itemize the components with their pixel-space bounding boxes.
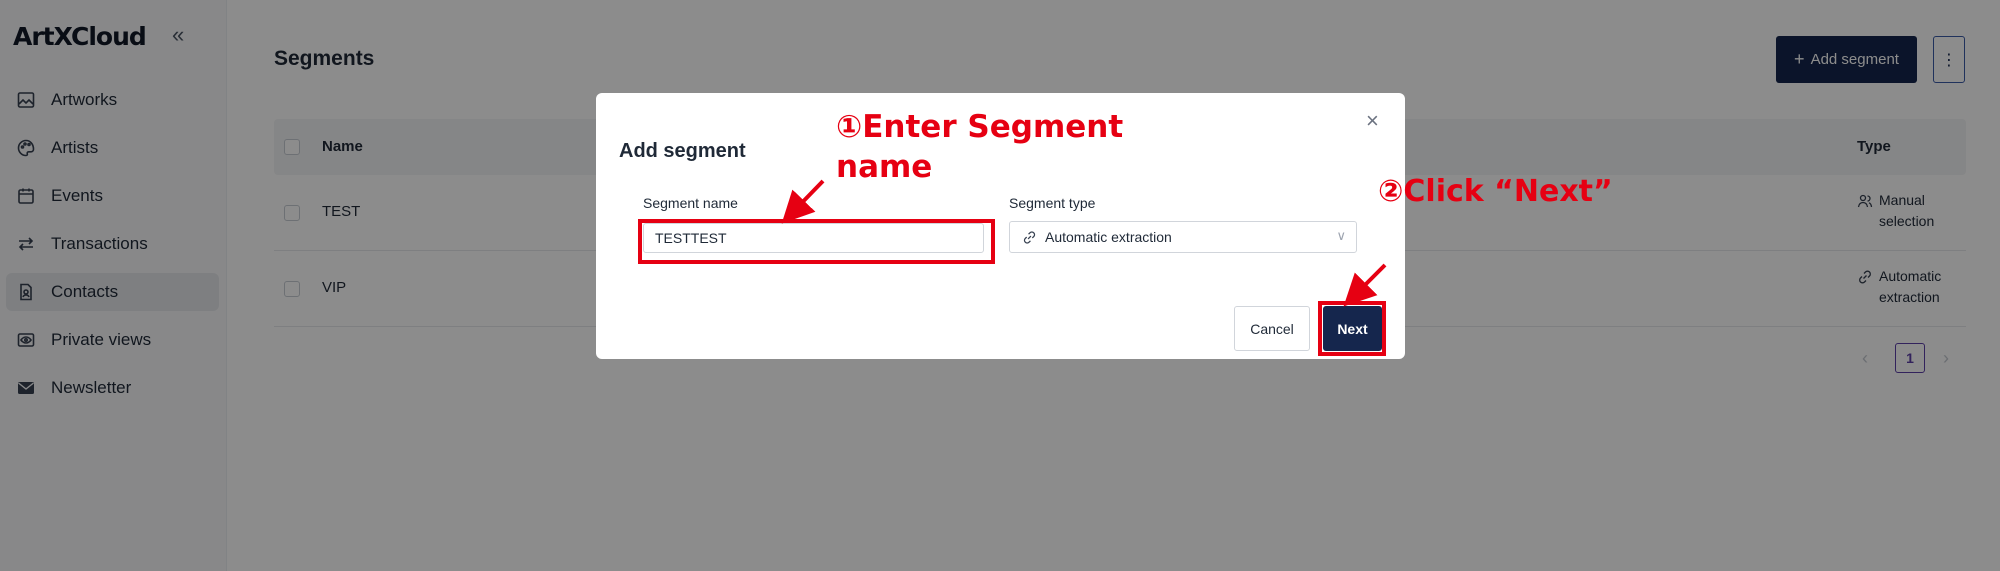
annotation-box-next: [1318, 301, 1386, 356]
link-icon: [1023, 230, 1036, 244]
annotation-box-segment-name: [638, 219, 995, 264]
annotation-step1-line2: name: [836, 149, 933, 185]
annotation-step2: ②Click “Next”: [1378, 174, 1613, 209]
segment-name-label: Segment name: [643, 195, 738, 211]
close-icon[interactable]: ×: [1366, 110, 1379, 132]
modal-title: Add segment: [619, 140, 746, 162]
segment-type-select[interactable]: Automatic extraction ∨: [1009, 221, 1357, 253]
annotation-step1: ①Enter Segment name: [836, 107, 1123, 187]
segment-type-label: Segment type: [1009, 195, 1096, 211]
cancel-button[interactable]: Cancel: [1234, 306, 1310, 351]
annotation-step1-line1: ①Enter Segment: [836, 109, 1124, 145]
chevron-down-icon: ∨: [1336, 228, 1346, 243]
segment-type-value: Automatic extraction: [1045, 229, 1172, 245]
